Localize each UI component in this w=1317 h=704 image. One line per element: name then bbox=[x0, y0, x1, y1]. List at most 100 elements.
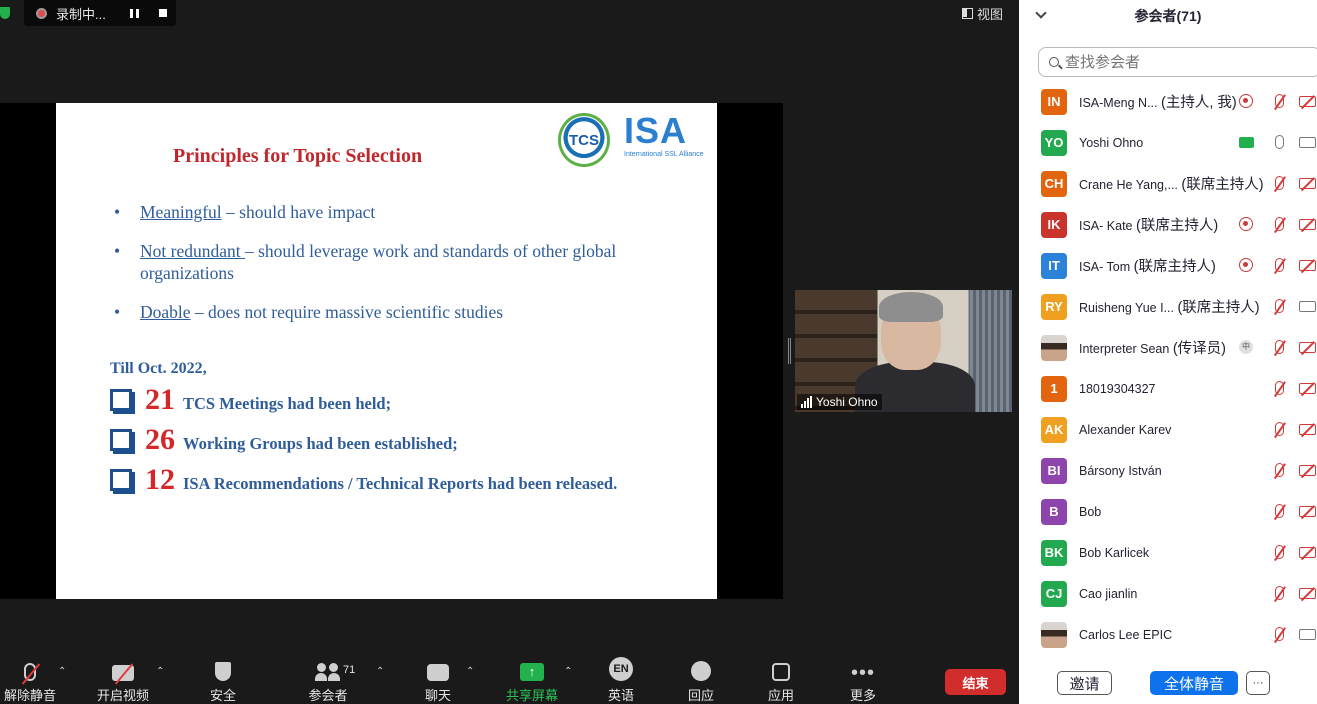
chevron-down-icon[interactable] bbox=[1035, 7, 1047, 19]
panel-more-button[interactable]: ··· bbox=[1246, 671, 1270, 695]
meeting-toolbar: 解除静音 ⌃ 开启视频 ⌃ 安全 参会者 71 ⌃ 聊天 ⌃ ↑ 共享屏幕 ⌃ … bbox=[0, 652, 1019, 704]
microphone-muted-icon[interactable] bbox=[1275, 340, 1284, 354]
video-icon[interactable] bbox=[1299, 137, 1316, 148]
chat-button[interactable]: 聊天 bbox=[424, 652, 452, 704]
video-tile[interactable]: Yoshi Ohno bbox=[795, 290, 1012, 412]
participant-name: Yoshi Ohno bbox=[1079, 135, 1144, 150]
participant-row[interactable]: IT ISA- Tom (联席主持人) bbox=[1019, 245, 1317, 286]
video-off-icon[interactable] bbox=[1299, 260, 1316, 271]
avatar bbox=[1041, 621, 1067, 648]
mute-all-button[interactable]: 全体静音 bbox=[1150, 671, 1238, 695]
video-off-icon[interactable] bbox=[1299, 96, 1316, 107]
microphone-muted-icon[interactable] bbox=[1275, 381, 1284, 395]
participant-row[interactable]: IK ISA- Kate (联席主持人) bbox=[1019, 204, 1317, 245]
audio-options-caret-icon[interactable]: ⌃ bbox=[58, 666, 66, 677]
video-off-icon[interactable] bbox=[1299, 342, 1316, 353]
slide-title: Principles for Topic Selection bbox=[173, 145, 423, 167]
video-options-caret-icon[interactable]: ⌃ bbox=[156, 666, 164, 677]
security-button[interactable]: 安全 bbox=[205, 652, 241, 704]
end-meeting-button[interactable]: 结束 bbox=[945, 669, 1006, 695]
video-off-icon[interactable] bbox=[1299, 219, 1316, 230]
video-off-icon[interactable] bbox=[1299, 383, 1316, 394]
participant-name: Ruisheng Yue I... (联席主持人) bbox=[1079, 300, 1260, 316]
microphone-muted-icon[interactable] bbox=[1275, 422, 1284, 436]
interpretation-button[interactable]: EN 英语 bbox=[606, 652, 636, 704]
participant-row[interactable]: CJ Cao jianlin bbox=[1019, 573, 1317, 614]
avatar: IN bbox=[1041, 88, 1067, 115]
microphone-muted-icon[interactable] bbox=[1275, 627, 1284, 641]
chat-caret-icon[interactable]: ⌃ bbox=[466, 666, 474, 677]
participant-row[interactable]: AK Alexander Karev bbox=[1019, 409, 1317, 450]
avatar bbox=[1041, 334, 1067, 361]
recording-icon bbox=[1239, 94, 1253, 108]
split-drag-handle[interactable] bbox=[788, 338, 791, 364]
avatar: 1 bbox=[1041, 375, 1067, 402]
invite-button[interactable]: 邀请 bbox=[1057, 671, 1112, 695]
search-input[interactable] bbox=[1065, 53, 1295, 71]
encryption-shield-icon[interactable] bbox=[0, 7, 10, 19]
emoji-icon bbox=[691, 661, 711, 681]
participants-panel: 参会者(71) IN ISA-Meng N... (主持人, 我) YO Yoshi … bbox=[1019, 0, 1317, 704]
share-caret-icon[interactable]: ⌃ bbox=[564, 666, 572, 677]
video-tile-name: Yoshi Ohno bbox=[797, 394, 882, 410]
participant-row[interactable]: RY Ruisheng Yue I... (联席主持人) bbox=[1019, 286, 1317, 327]
participant-row[interactable]: Interpreter Sean (传译员) 中 bbox=[1019, 327, 1317, 368]
share-screen-icon: ↑ bbox=[520, 663, 544, 681]
participant-row[interactable]: IN ISA-Meng N... (主持人, 我) bbox=[1019, 81, 1317, 122]
start-video-button[interactable]: 开启视频 bbox=[95, 652, 151, 704]
microphone-muted-icon bbox=[24, 663, 36, 681]
view-button[interactable]: 视图 bbox=[962, 4, 1003, 23]
tcs-logo: TCS bbox=[558, 113, 610, 167]
search-icon bbox=[1049, 57, 1059, 67]
microphone-muted-icon[interactable] bbox=[1275, 463, 1284, 477]
microphone-muted-icon[interactable] bbox=[1275, 504, 1284, 518]
checkbox-square-icon bbox=[110, 389, 132, 411]
video-off-icon[interactable] bbox=[1299, 506, 1316, 517]
microphone-muted-icon[interactable] bbox=[1275, 258, 1284, 272]
video-off-icon[interactable] bbox=[1299, 588, 1316, 599]
avatar: BK bbox=[1041, 539, 1067, 566]
video-off-icon[interactable] bbox=[1299, 547, 1316, 558]
shield-icon bbox=[215, 662, 231, 681]
participant-row[interactable]: Carlos Lee EPIC bbox=[1019, 614, 1317, 655]
video-icon[interactable] bbox=[1299, 301, 1316, 312]
video-off-icon[interactable] bbox=[1299, 178, 1316, 189]
apps-button[interactable]: 应用 bbox=[767, 652, 795, 704]
participant-list: IN ISA-Meng N... (主持人, 我) YO Yoshi Ohno CH C… bbox=[1019, 81, 1317, 655]
more-dots-icon: ••• bbox=[850, 662, 875, 684]
recording-label: 录制中... bbox=[56, 6, 106, 22]
share-screen-button[interactable]: ↑ 共享屏幕 bbox=[504, 652, 560, 704]
participant-row[interactable]: 1 18019304327 bbox=[1019, 368, 1317, 409]
participant-row[interactable]: BK Bob Karlicek bbox=[1019, 532, 1317, 573]
video-off-icon[interactable] bbox=[1299, 424, 1316, 435]
participant-role: (联席主持人) bbox=[1133, 259, 1216, 275]
participant-role: (传译员) bbox=[1172, 341, 1226, 357]
meeting-stage: 录制中... 视图 Principles for Topic Selection… bbox=[0, 0, 1019, 704]
interpreter-icon: 中 bbox=[1239, 340, 1253, 354]
microphone-muted-icon[interactable] bbox=[1275, 94, 1284, 108]
microphone-muted-icon[interactable] bbox=[1275, 545, 1284, 559]
unmute-button[interactable]: 解除静音 bbox=[2, 652, 58, 704]
avatar: B bbox=[1041, 498, 1067, 525]
microphone-muted-icon[interactable] bbox=[1275, 176, 1284, 190]
video-off-icon[interactable] bbox=[1299, 465, 1316, 476]
pause-recording-icon[interactable] bbox=[129, 8, 139, 18]
microphone-muted-icon[interactable] bbox=[1275, 299, 1284, 313]
more-button[interactable]: ••• 更多 bbox=[848, 652, 878, 704]
participants-button[interactable]: 参会者 bbox=[306, 652, 350, 704]
avatar: YO bbox=[1041, 129, 1067, 156]
participant-search[interactable] bbox=[1038, 47, 1317, 77]
microphone-muted-icon[interactable] bbox=[1275, 217, 1284, 231]
reactions-button[interactable]: 回应 bbox=[687, 652, 715, 704]
participant-row[interactable]: YO Yoshi Ohno bbox=[1019, 122, 1317, 163]
microphone-icon[interactable] bbox=[1275, 135, 1284, 149]
microphone-muted-icon[interactable] bbox=[1275, 586, 1284, 600]
participants-caret-icon[interactable]: ⌃ bbox=[376, 666, 384, 677]
participant-row[interactable]: BI Bársony István bbox=[1019, 450, 1317, 491]
language-icon: EN bbox=[609, 657, 633, 681]
avatar: RY bbox=[1041, 293, 1067, 320]
video-icon[interactable] bbox=[1299, 629, 1316, 640]
participant-row[interactable]: B Bob bbox=[1019, 491, 1317, 532]
stop-recording-icon[interactable] bbox=[158, 9, 167, 17]
participant-row[interactable]: CH Crane He Yang,... (联席主持人) bbox=[1019, 163, 1317, 204]
